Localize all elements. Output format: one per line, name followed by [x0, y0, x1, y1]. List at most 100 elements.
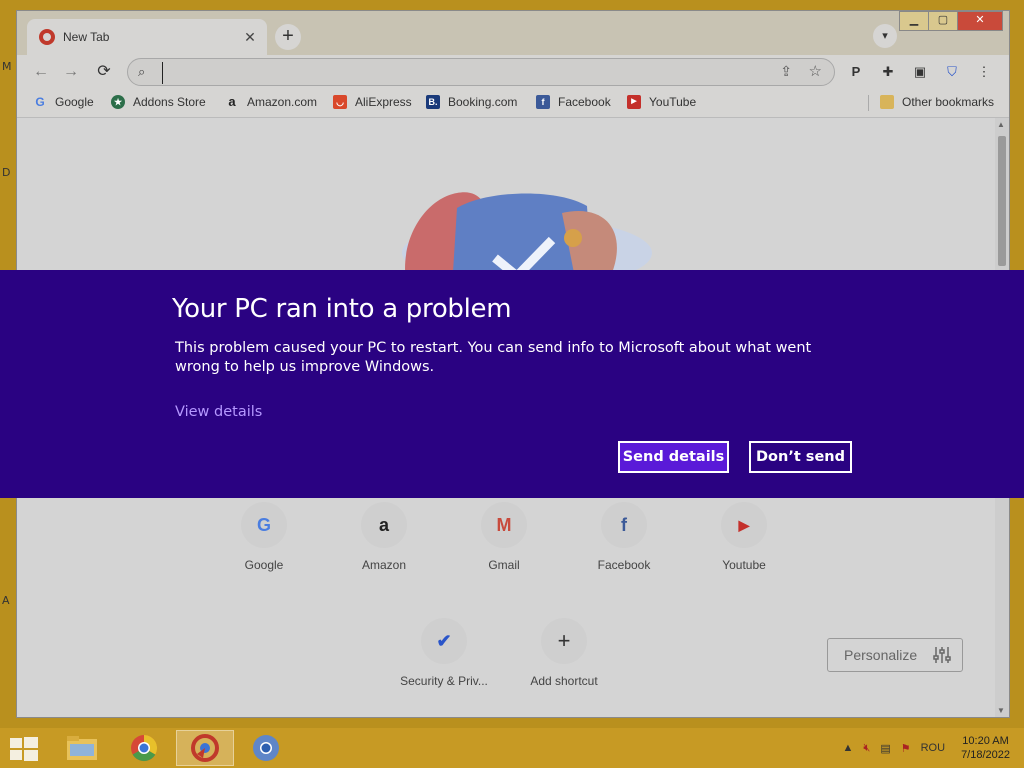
forward-arrow-icon[interactable]: →: [59, 60, 83, 84]
aliexpress-icon: ◡: [333, 95, 347, 109]
reload-icon[interactable]: ⟳: [92, 60, 116, 84]
share-icon[interactable]: ⇪: [780, 63, 792, 80]
desktop-icon-fragment: M: [2, 60, 12, 73]
address-input[interactable]: [162, 62, 757, 84]
facebook-icon: f: [536, 95, 550, 109]
personalize-label: Personalize: [844, 647, 918, 663]
folder-icon: [67, 736, 97, 760]
plus-icon: +: [541, 618, 587, 664]
shortcut-facebook[interactable]: f Facebook: [576, 502, 672, 572]
browser-app-icon: [191, 734, 219, 762]
crash-message: This problem caused your PC to restart. …: [175, 340, 812, 375]
bookmark-aliexpress[interactable]: ◡ AliExpress: [333, 95, 412, 109]
add-shortcut-button[interactable]: + Add shortcut: [516, 618, 612, 688]
tab-new-tab[interactable]: New Tab ✕: [27, 19, 267, 55]
close-icon[interactable]: ✕: [241, 29, 259, 46]
send-details-button[interactable]: Send details: [618, 441, 729, 473]
search-icon: ⌕: [138, 64, 146, 79]
shortcut-youtube[interactable]: ▶ Youtube: [696, 502, 792, 572]
scroll-thumb[interactable]: [998, 136, 1006, 266]
bookmark-booking[interactable]: B. Booking.com: [426, 95, 517, 109]
dont-send-button[interactable]: Don’t send: [749, 441, 852, 473]
clock[interactable]: 10:20 AM 7/18/2022: [961, 734, 1010, 762]
new-tab-button[interactable]: +: [275, 24, 301, 50]
shortcut-label: Youtube: [722, 558, 766, 572]
scroll-down-icon[interactable]: ▼: [997, 706, 1005, 715]
shortcut-label: Security & Priv...: [400, 674, 488, 688]
bookmark-label: AliExpress: [355, 95, 412, 109]
folder-icon: [880, 95, 894, 109]
bookmark-label: Amazon.com: [247, 95, 318, 109]
taskbar-file-explorer[interactable]: [54, 730, 110, 766]
shortcut-label: Add shortcut: [530, 674, 598, 688]
bookmark-facebook[interactable]: f Facebook: [536, 95, 611, 109]
taskbar-chromium[interactable]: [238, 730, 294, 766]
bookmark-label: Addons Store: [133, 95, 206, 109]
language-indicator[interactable]: ROU: [921, 742, 945, 754]
tab-title: New Tab: [63, 30, 110, 44]
sliders-icon: [933, 647, 951, 663]
shortcut-gmail[interactable]: M Gmail: [456, 502, 552, 572]
side-panel-icon[interactable]: ▣: [911, 63, 929, 81]
clock-time: 10:20 AM: [962, 735, 1009, 747]
shortcut-security-privacy[interactable]: ✔ Security & Priv...: [396, 618, 492, 688]
taskbar-chrome[interactable]: [116, 730, 172, 766]
shortcut-label: Google: [244, 558, 284, 572]
shortcut-label: Gmail: [488, 558, 520, 572]
google-icon: G: [241, 502, 287, 548]
amazon-icon: a: [228, 94, 236, 109]
more-menu-icon[interactable]: ⋮: [975, 63, 993, 81]
maximize-button[interactable]: ▢: [928, 11, 958, 31]
chrome-icon: [131, 734, 158, 762]
other-bookmarks-folder[interactable]: Other bookmarks: [880, 95, 994, 109]
shield-check-icon: ✔: [421, 618, 467, 664]
browser-favicon-icon: [39, 29, 55, 45]
bookmark-label: YouTube: [649, 95, 697, 109]
scroll-up-icon[interactable]: ▲: [997, 120, 1005, 129]
bookmark-google[interactable]: G Google: [33, 95, 93, 109]
amazon-icon: a: [361, 502, 407, 548]
action-center-flag-icon[interactable]: ⚑: [901, 742, 911, 755]
bookmark-label: Facebook: [558, 95, 611, 109]
shortcut-label: Facebook: [597, 558, 651, 572]
tab-search-chevron-icon[interactable]: ▾: [873, 24, 897, 48]
booking-icon: B.: [426, 95, 440, 109]
addons-store-icon: ★: [111, 95, 125, 109]
bookmark-youtube[interactable]: ▶ YouTube: [627, 95, 696, 109]
bookmark-label: Booking.com: [448, 95, 518, 109]
youtube-icon: ▶: [627, 95, 641, 109]
crash-title: Your PC ran into a problem: [172, 294, 512, 324]
desktop-icon-fragment: D: [2, 166, 11, 179]
back-arrow-icon[interactable]: ←: [29, 60, 53, 84]
facebook-icon: f: [601, 502, 647, 548]
view-details-link[interactable]: View details: [175, 404, 262, 420]
system-tray: ▲ 🔇︎ ▤ ⚑ ROU 10:20 AM 7/18/2022: [843, 728, 1024, 768]
shortcut-google[interactable]: G Google: [216, 502, 312, 572]
chromium-icon: [253, 735, 279, 761]
extension-p-icon[interactable]: P: [847, 63, 865, 81]
youtube-icon: ▶: [721, 502, 767, 548]
bookmark-addons-store[interactable]: ★ Addons Store: [111, 95, 206, 109]
desktop-icon-fragment: A: [2, 594, 10, 607]
tray-overflow-icon[interactable]: ▲: [843, 742, 854, 754]
crash-dialog: Your PC ran into a problem This problem …: [0, 270, 1024, 498]
bookmark-star-icon[interactable]: ☆: [809, 62, 822, 80]
shortcut-amazon[interactable]: a Amazon: [336, 502, 432, 572]
shortcut-label: Amazon: [361, 558, 407, 572]
bookmark-amazon[interactable]: a Amazon.com: [225, 94, 318, 110]
network-icon[interactable]: ▤: [880, 742, 890, 755]
extensions-puzzle-icon[interactable]: ✚: [879, 63, 897, 81]
browser-toolbar: ← → ⟳ ⌕ ⇪ ☆ P ✚ ▣ ⛉ ⋮: [17, 55, 1009, 89]
bookmarks-bar: G Google ★ Addons Store a Amazon.com ◡ A…: [17, 89, 1009, 118]
taskbar-browser-active[interactable]: [176, 730, 234, 766]
shield-icon[interactable]: ⛉: [943, 63, 961, 81]
window-controls: ▁ ▢ ✕: [899, 11, 1003, 31]
windows-start-icon[interactable]: [10, 737, 38, 761]
other-bookmarks-label: Other bookmarks: [902, 95, 995, 109]
google-icon: G: [35, 95, 45, 109]
personalize-button[interactable]: Personalize: [827, 638, 963, 672]
address-bar[interactable]: ⌕ ⇪ ☆: [127, 58, 835, 86]
volume-muted-icon[interactable]: 🔇︎: [863, 742, 870, 755]
close-window-button[interactable]: ✕: [957, 11, 1003, 31]
minimize-button[interactable]: ▁: [899, 11, 929, 31]
